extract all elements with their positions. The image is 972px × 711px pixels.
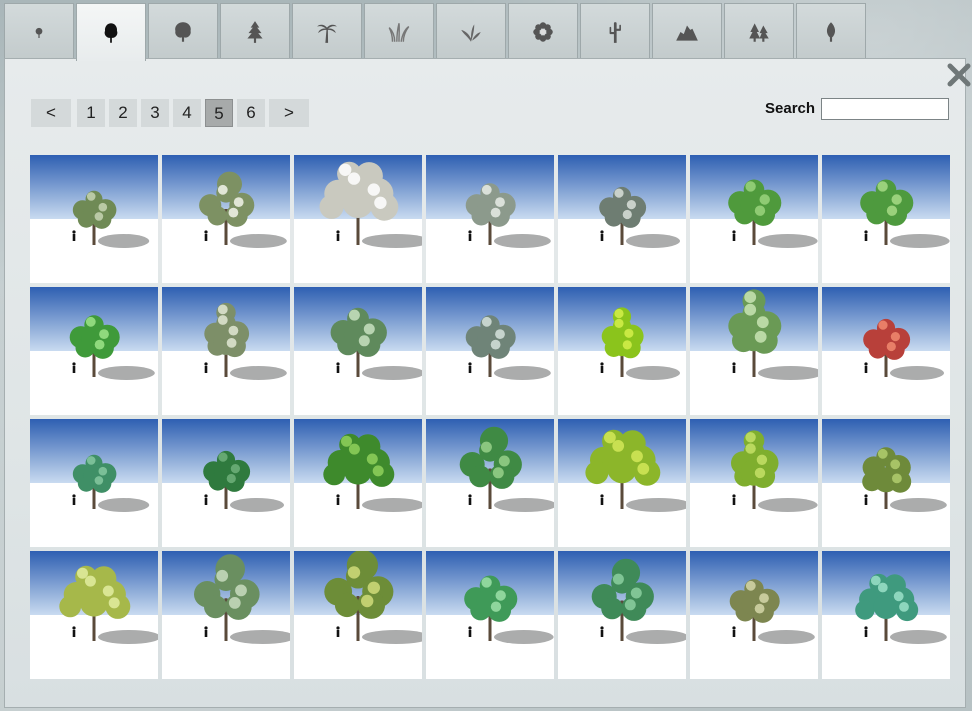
search-label: Search xyxy=(765,100,816,117)
tree-thumbnail-4[interactable] xyxy=(426,155,554,283)
category-tab-deciduous-tree[interactable] xyxy=(76,3,146,61)
category-tab-plant-leaves[interactable] xyxy=(436,3,506,59)
page-button-4[interactable]: 4 xyxy=(173,99,201,127)
page-button-6[interactable]: 6 xyxy=(237,99,265,127)
conifer-group-icon xyxy=(749,22,769,42)
tree-preview-image xyxy=(30,419,158,547)
category-tab-cactus[interactable] xyxy=(580,3,650,59)
tree-thumbnail-20[interactable] xyxy=(690,419,818,547)
tree-thumbnail-9[interactable] xyxy=(162,287,290,415)
tree-preview-image xyxy=(822,419,950,547)
tree-preview-image xyxy=(30,551,158,679)
page-button-2[interactable]: 2 xyxy=(109,99,137,127)
close-icon xyxy=(947,63,971,87)
tree-preview-image xyxy=(294,419,422,547)
tree-preview-image xyxy=(690,419,818,547)
tree-preview-image xyxy=(162,551,290,679)
next-page-button[interactable]: > xyxy=(269,99,309,127)
tree-preview-image xyxy=(690,155,818,283)
tree-thumbnail-2[interactable] xyxy=(162,155,290,283)
tree-thumbnail-15[interactable] xyxy=(30,419,158,547)
tree-thumbnail-11[interactable] xyxy=(426,287,554,415)
tree-thumbnail-19[interactable] xyxy=(558,419,686,547)
tree-preview-image xyxy=(162,419,290,547)
page-button-3[interactable]: 3 xyxy=(141,99,169,127)
tree-thumbnail-23[interactable] xyxy=(162,551,290,679)
rock-icon xyxy=(676,25,698,41)
tree-thumbnail-22[interactable] xyxy=(30,551,158,679)
plant-leaves-icon xyxy=(461,23,481,42)
tree-thumbnail-7[interactable] xyxy=(822,155,950,283)
prev-page-button[interactable]: < xyxy=(31,99,71,127)
tree-thumbnail-14[interactable] xyxy=(822,287,950,415)
tree-thumbnail-28[interactable] xyxy=(822,551,950,679)
tree-thumbnail-3[interactable] xyxy=(294,155,422,283)
deciduous-tree-icon xyxy=(104,22,118,43)
tree-preview-image xyxy=(162,287,290,415)
tree-thumbnail-18[interactable] xyxy=(426,419,554,547)
tree-thumbnail-1[interactable] xyxy=(30,155,158,283)
tree-preview-image xyxy=(690,551,818,679)
category-tab-grass[interactable] xyxy=(364,3,434,59)
cactus-icon xyxy=(609,21,621,43)
page-button-5[interactable]: 5 xyxy=(205,99,233,127)
tree-preview-image xyxy=(690,287,818,415)
tree-preview-image xyxy=(426,287,554,415)
library-panel: < 123456 > Search xyxy=(4,58,971,708)
flower-icon xyxy=(533,21,553,42)
leaf-icon xyxy=(826,21,836,42)
tree-thumbnail-24[interactable] xyxy=(294,551,422,679)
grass-icon xyxy=(388,22,410,42)
tree-thumbnail-21[interactable] xyxy=(822,419,950,547)
tree-preview-image xyxy=(30,287,158,415)
tree-thumbnail-12[interactable] xyxy=(558,287,686,415)
tree-preview-image xyxy=(426,419,554,547)
category-tab-palm-tree[interactable] xyxy=(292,3,362,59)
tree-preview-image xyxy=(294,155,422,283)
category-tab-small-tree[interactable] xyxy=(4,3,74,59)
tree-preview-image xyxy=(822,155,950,283)
category-tab-leaf[interactable] xyxy=(796,3,866,59)
tree-thumbnail-8[interactable] xyxy=(30,287,158,415)
category-tab-rock[interactable] xyxy=(652,3,722,59)
tree-thumbnail-25[interactable] xyxy=(426,551,554,679)
tree-preview-image xyxy=(294,551,422,679)
close-button[interactable] xyxy=(947,63,971,87)
tree-thumbnail-13[interactable] xyxy=(690,287,818,415)
tree-preview-image xyxy=(426,551,554,679)
tree-preview-image xyxy=(822,551,950,679)
tree-thumbnail-27[interactable] xyxy=(690,551,818,679)
small-tree-icon xyxy=(35,27,43,38)
tree-thumbnail-6[interactable] xyxy=(690,155,818,283)
tree-preview-image xyxy=(558,551,686,679)
search-input[interactable] xyxy=(821,98,949,120)
category-tab-conifer-group[interactable] xyxy=(724,3,794,59)
tree-preview-image xyxy=(822,287,950,415)
category-tab-conifer-tree[interactable] xyxy=(220,3,290,59)
palm-tree-icon xyxy=(317,24,337,43)
tree-thumbnail-10[interactable] xyxy=(294,287,422,415)
tree-preview-image xyxy=(426,155,554,283)
tree-preview-image xyxy=(558,155,686,283)
conifer-tree-icon xyxy=(247,20,263,43)
tree-preview-image xyxy=(294,287,422,415)
page-button-1[interactable]: 1 xyxy=(77,99,105,127)
tree-preview-image xyxy=(162,155,290,283)
category-tab-flower[interactable] xyxy=(508,3,578,59)
category-tab-bushy-tree[interactable] xyxy=(148,3,218,59)
bushy-tree-icon xyxy=(175,21,191,42)
tree-thumbnail-5[interactable] xyxy=(558,155,686,283)
tree-preview-image xyxy=(558,287,686,415)
tree-preview-image xyxy=(30,155,158,283)
tree-thumbnail-17[interactable] xyxy=(294,419,422,547)
tree-thumbnail-16[interactable] xyxy=(162,419,290,547)
tree-preview-image xyxy=(558,419,686,547)
tree-thumbnail-26[interactable] xyxy=(558,551,686,679)
